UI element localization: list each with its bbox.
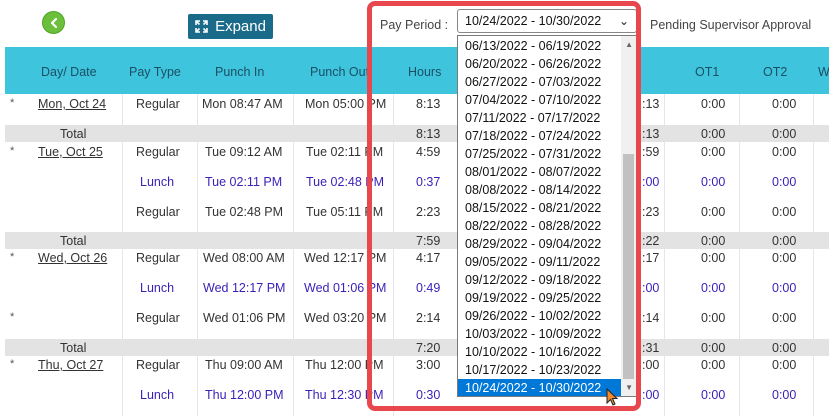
- pay-type-cell: Regular: [136, 358, 180, 372]
- total-label: Total: [60, 127, 87, 141]
- edited-marker: *: [10, 358, 15, 370]
- ot1-cell: 0:00: [701, 97, 726, 111]
- punch-in-cell: Thu 09:00 AM: [205, 358, 283, 372]
- pay-type-cell: Regular: [136, 311, 180, 325]
- total-label: Total: [60, 234, 87, 248]
- ot2-cell: 0:00: [772, 205, 797, 219]
- ot2-cell: 0:00: [772, 358, 797, 372]
- col-punch-out[interactable]: Punch Out: [310, 65, 369, 79]
- punch-in-cell: Tue 02:48 PM: [205, 205, 284, 219]
- ot1-cell: 0:00: [701, 145, 726, 159]
- mouse-pointer-icon: [606, 388, 619, 406]
- total-ot2: 0:00: [772, 341, 797, 355]
- ot1-cell: 0:00: [701, 281, 726, 295]
- day-date-cell[interactable]: Tue, Oct 25: [38, 145, 103, 159]
- regular-cell: :13: [642, 97, 660, 111]
- ot1-cell: 0:00: [701, 251, 726, 265]
- regular-cell: :00: [642, 175, 660, 189]
- ot2-cell: 0:00: [772, 311, 797, 325]
- punch-in-cell: Thu 12:00 PM: [205, 388, 284, 402]
- ot2-cell: 0:00: [772, 175, 797, 189]
- col-pay-type[interactable]: Pay Type: [129, 65, 181, 79]
- total-ot2: 0:00: [772, 127, 797, 141]
- ot1-cell: 0:00: [701, 358, 726, 372]
- regular-cell: :00: [642, 281, 660, 295]
- regular-cell: :59: [642, 145, 660, 159]
- ot1-cell: 0:00: [701, 205, 726, 219]
- total-ot1: 0:00: [701, 234, 726, 248]
- ot2-cell: 0:00: [772, 251, 797, 265]
- back-arrow-icon: [50, 17, 57, 28]
- col-ot1[interactable]: OT1: [695, 65, 719, 79]
- day-date-cell[interactable]: Wed, Oct 26: [38, 251, 107, 265]
- pay-type-cell: Regular: [136, 251, 180, 265]
- regular-cell: :17: [642, 251, 660, 265]
- pay-type-cell: Regular: [136, 145, 180, 159]
- regular-cell: :00: [642, 358, 660, 372]
- edited-marker: *: [10, 97, 15, 109]
- regular-cell: :14: [642, 311, 660, 325]
- regular-cell: :00: [642, 388, 660, 402]
- edited-marker: *: [10, 251, 15, 263]
- ot2-cell: 0:00: [772, 388, 797, 402]
- total-ot1: 0:00: [701, 341, 726, 355]
- col-ot2[interactable]: OT2: [763, 65, 787, 79]
- col-w[interactable]: W: [818, 65, 829, 79]
- back-button[interactable]: [42, 11, 65, 34]
- col-day-date[interactable]: Day/ Date: [41, 65, 97, 79]
- punch-in-cell: Mon 08:47 AM: [202, 97, 283, 111]
- ot2-cell: 0:00: [772, 281, 797, 295]
- total-regular: :22: [642, 234, 660, 248]
- punch-in-cell: Tue 09:12 AM: [205, 145, 283, 159]
- edited-marker: *: [10, 311, 15, 323]
- day-date-cell[interactable]: Thu, Oct 27: [38, 358, 103, 372]
- highlight-annotation: [367, 1, 641, 411]
- pay-type-cell: Regular: [136, 97, 180, 111]
- punch-in-cell: Wed 01:06 PM: [203, 311, 286, 325]
- pay-type-cell: Lunch: [140, 388, 175, 402]
- edited-marker: *: [10, 145, 15, 157]
- punch-in-cell: Wed 08:00 AM: [203, 251, 285, 265]
- ot1-cell: 0:00: [701, 311, 726, 325]
- approval-status: Pending Supervisor Approval: [650, 18, 812, 32]
- total-label: Total: [60, 341, 87, 355]
- pay-type-cell: Lunch: [140, 175, 175, 189]
- pay-type-cell: Lunch: [140, 281, 175, 295]
- ot1-cell: 0:00: [701, 388, 726, 402]
- punch-in-cell: Wed 12:17 PM: [203, 281, 286, 295]
- regular-cell: :23: [642, 205, 660, 219]
- pay-type-cell: Regular: [136, 205, 180, 219]
- expand-icon: [195, 20, 208, 33]
- col-punch-in[interactable]: Punch In: [215, 65, 264, 79]
- total-regular: :31: [642, 341, 660, 355]
- total-ot1: 0:00: [701, 127, 726, 141]
- expand-label: Expand: [215, 18, 266, 35]
- total-ot2: 0:00: [772, 234, 797, 248]
- day-date-cell[interactable]: Mon, Oct 24: [38, 97, 106, 111]
- ot2-cell: 0:00: [772, 97, 797, 111]
- ot2-cell: 0:00: [772, 145, 797, 159]
- punch-in-cell: Tue 02:11 PM: [205, 175, 283, 189]
- expand-button[interactable]: Expand: [188, 14, 273, 39]
- total-regular: :13: [642, 127, 660, 141]
- ot1-cell: 0:00: [701, 175, 726, 189]
